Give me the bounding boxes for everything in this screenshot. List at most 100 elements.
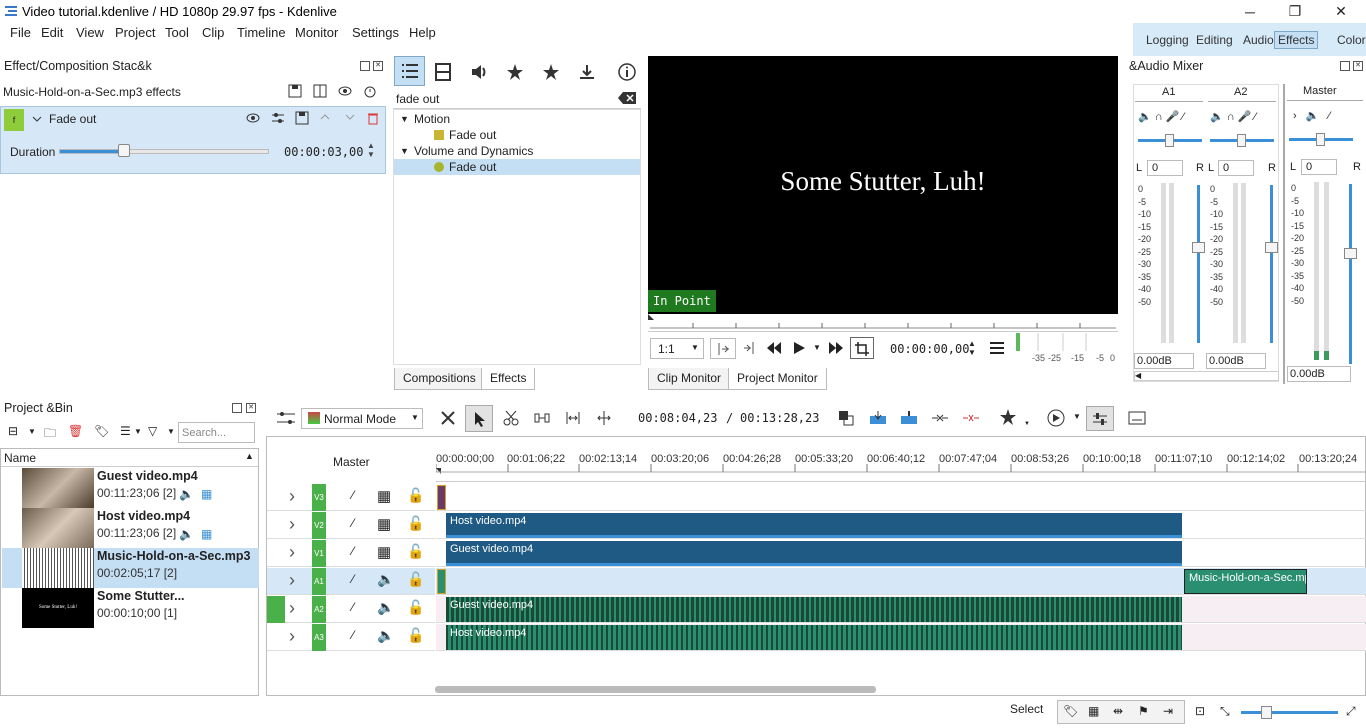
clip-host-video[interactable]: Host video.mp4	[446, 513, 1182, 538]
fast-forward-icon[interactable]	[828, 341, 844, 355]
effects-wand-icon[interactable]: ⁄	[352, 516, 354, 530]
effects-wand-icon[interactable]: ⁄	[352, 544, 354, 558]
channel-a2-fader[interactable]	[1265, 185, 1278, 343]
menu-timeline[interactable]: Timeline	[237, 25, 286, 40]
master-pan-slider[interactable]	[1289, 133, 1353, 146]
effects-wand-icon[interactable]: ⁄	[352, 488, 354, 502]
track-header-a3[interactable]: › A3 ⁄ 🔈 🔓	[267, 624, 435, 651]
chevron-down-icon[interactable]: ▼	[167, 427, 175, 436]
lock-icon[interactable]: 🔓	[407, 627, 424, 644]
master-track-label[interactable]: Master	[333, 455, 370, 469]
duration-slider[interactable]	[59, 144, 269, 157]
extract-icon[interactable]	[931, 410, 949, 426]
timecode-spinner[interactable]: ▲ ▼	[968, 339, 976, 357]
fader-handle[interactable]	[1265, 242, 1278, 253]
channel-a1-value[interactable]: 0	[1147, 160, 1183, 176]
snap-icon[interactable]: ⇹	[1113, 704, 1123, 718]
track-lane-v1[interactable]: Guest video.mp4	[436, 540, 1366, 567]
move-up-icon[interactable]	[319, 111, 331, 123]
track-lane-a3[interactable]: Host video.mp4	[436, 624, 1366, 651]
zoom-slider[interactable]	[1241, 706, 1338, 719]
maximize-button[interactable]: ❐	[1272, 0, 1318, 23]
zoom-in-icon[interactable]: ⤢	[1346, 704, 1356, 719]
track-lane-v2[interactable]: Host video.mp4	[436, 512, 1366, 539]
hide-video-icon[interactable]: ▦	[377, 487, 391, 505]
mute-audio-icon[interactable]: 🔈	[377, 599, 394, 616]
duration-slider-handle[interactable]	[118, 144, 130, 157]
timeline-scrollbar[interactable]	[435, 686, 876, 693]
select-tool-button[interactable]	[465, 405, 493, 432]
mute-audio-icon[interactable]: 🔈	[377, 571, 394, 588]
info-icon[interactable]	[612, 58, 642, 86]
clear-search-icon[interactable]	[618, 92, 636, 104]
chevron-down-icon[interactable]: ▼	[1073, 412, 1081, 421]
expand-track-icon[interactable]: ›	[289, 486, 295, 507]
collapse-icon[interactable]: ▼	[400, 143, 409, 159]
bin-item[interactable]: Host video.mp4 00:11:23;06 [2] 🔈 ▦	[2, 508, 259, 548]
lock-icon[interactable]: 🔓	[407, 515, 424, 532]
expand-track-icon[interactable]: ›	[289, 598, 295, 619]
expand-track-icon[interactable]: ›	[289, 626, 295, 647]
chevron-down-icon[interactable]	[31, 113, 43, 125]
track-name[interactable]: V2	[312, 512, 326, 539]
project-monitor-screen[interactable]: Some Stutter, Luh! In Point	[648, 56, 1118, 314]
delete-icon[interactable]	[367, 111, 379, 125]
mixer-scrollbar[interactable]: ◀	[1134, 371, 1279, 381]
eye-icon[interactable]	[338, 84, 352, 98]
track-header-v2[interactable]: › V2 ⁄ ▦ 🔓	[267, 512, 435, 539]
insert-icon[interactable]	[869, 410, 887, 426]
expand-track-icon[interactable]: ›	[289, 570, 295, 591]
close-panel-icon[interactable]: ✕	[246, 403, 256, 413]
monitor-timecode[interactable]: 00:00:00,00	[890, 342, 969, 356]
fit-zoom-icon[interactable]: ⊡	[1195, 704, 1205, 718]
layout-color[interactable]: Color	[1337, 33, 1366, 47]
thumbnail-icon[interactable]: ▦	[1088, 704, 1099, 718]
menu-project[interactable]: Project	[115, 25, 155, 40]
menu-settings[interactable]: Settings	[352, 25, 399, 40]
track-header-v3[interactable]: › V3 ⁄ ▦ 🔓	[267, 484, 435, 511]
menu-edit[interactable]: Edit	[41, 25, 63, 40]
channel-a1-pan-slider[interactable]	[1138, 134, 1202, 147]
hide-video-icon[interactable]: ▦	[377, 543, 391, 561]
lock-icon[interactable]: 🔓	[407, 543, 424, 560]
track-name[interactable]: A3	[312, 624, 326, 651]
menu-monitor[interactable]: Monitor	[295, 25, 338, 40]
zone-out-icon[interactable]	[742, 341, 756, 355]
float-panel-icon[interactable]	[232, 403, 242, 413]
video-icon[interactable]: ▦	[201, 527, 212, 541]
chevron-down-icon[interactable]: ▼	[134, 427, 142, 436]
track-lane-v3[interactable]	[436, 484, 1366, 511]
menu-clip[interactable]: Clip	[202, 25, 224, 40]
track-lane-a2[interactable]: Guest video.mp4	[436, 596, 1366, 623]
monitor-menu-icon[interactable]	[989, 341, 1005, 355]
expand-track-icon[interactable]: ›	[289, 514, 295, 535]
zoom-out-icon[interactable]: ⤡	[1220, 704, 1230, 719]
channel-a1-controls[interactable]: 🔈∩🎤⁄	[1138, 110, 1202, 124]
split-audio-icon[interactable]: ⇥	[1163, 704, 1173, 718]
track-header-v1[interactable]: › V1 ⁄ ▦ 🔓	[267, 540, 435, 567]
bin-item-selected[interactable]: Music-Hold-on-a-Sec.mp3 00:02:05;17 [2]	[2, 548, 259, 588]
lock-icon[interactable]: 🔓	[407, 599, 424, 616]
menu-view[interactable]: View	[76, 25, 104, 40]
play-icon[interactable]	[792, 341, 806, 355]
layout-effects[interactable]: Effects	[1274, 31, 1319, 49]
video-icon[interactable]: ▦	[201, 487, 212, 501]
close-panel-icon[interactable]: ✕	[1353, 61, 1363, 71]
tree-item-fade-out-video[interactable]: Fade out	[394, 127, 640, 143]
pan-handle[interactable]	[1316, 133, 1325, 146]
delete-icon[interactable]: 🗑	[68, 424, 83, 438]
record-icon[interactable]	[1047, 409, 1065, 427]
chevron-down-icon[interactable]: ▼	[28, 427, 36, 436]
clip-guest-audio[interactable]: Guest video.mp4	[446, 597, 1182, 622]
tab-effects[interactable]: Effects	[481, 368, 536, 390]
chevron-down-icon[interactable]: ▼	[1024, 421, 1030, 427]
zoom-slider-handle[interactable]	[1261, 706, 1272, 719]
clip-guest-video[interactable]: Guest video.mp4	[446, 541, 1182, 566]
bin-search-input[interactable]: Search...	[178, 422, 255, 443]
layout-logging[interactable]: Logging	[1146, 33, 1189, 47]
favorites-icon[interactable]	[536, 58, 566, 86]
rewind-icon[interactable]	[766, 341, 782, 355]
keyframes-icon[interactable]	[271, 111, 285, 125]
effects-search-input[interactable]: fade out	[393, 89, 641, 109]
menu-help[interactable]: Help	[409, 25, 436, 40]
